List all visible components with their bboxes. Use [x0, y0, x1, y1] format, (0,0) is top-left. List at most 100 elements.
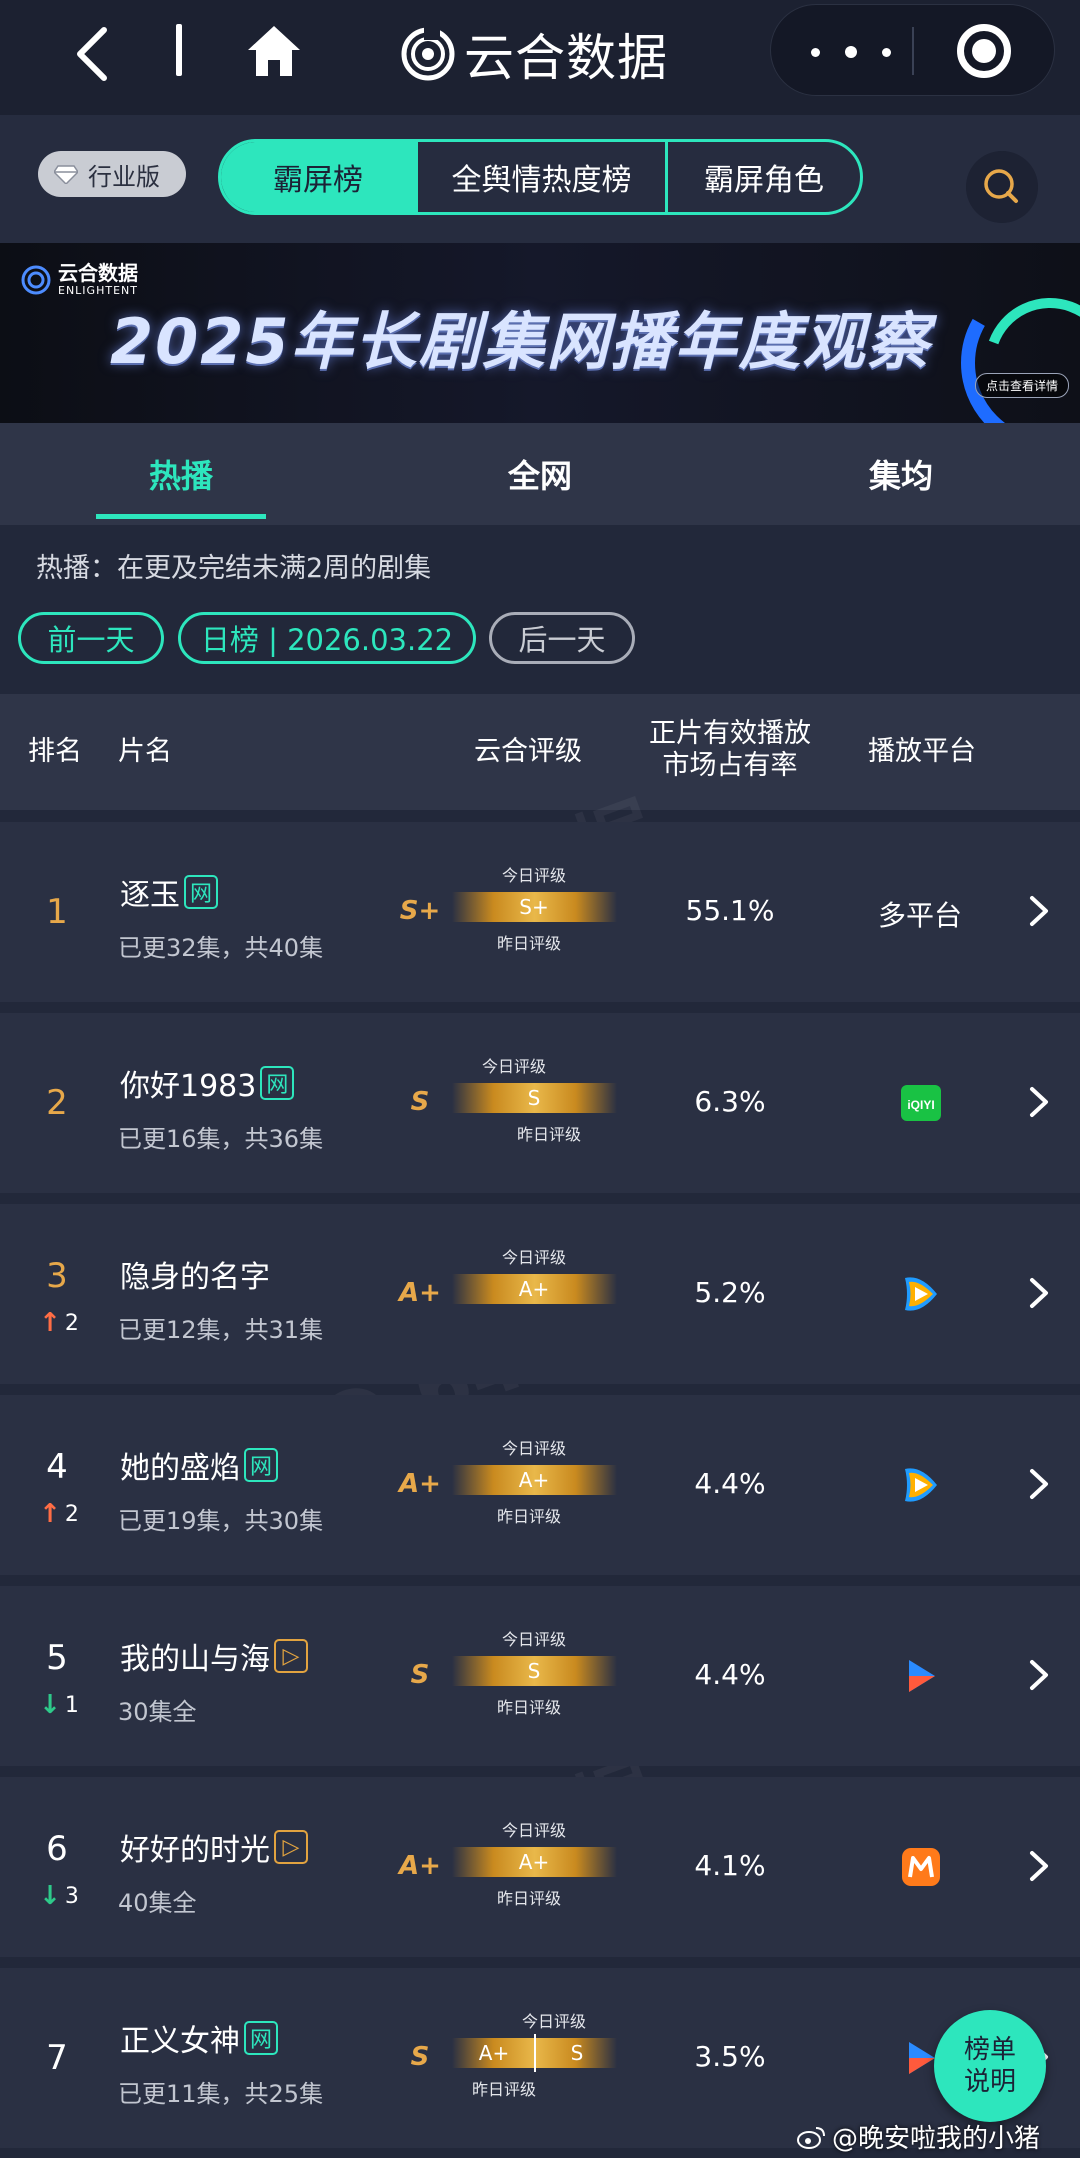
header-share-line1: 正片有效播放 [649, 718, 811, 749]
rank-change-value: 2 [64, 1310, 79, 1336]
market-share: 4.4% [694, 1467, 766, 1500]
next-day-button[interactable]: 后一天 [489, 612, 635, 664]
separator [176, 24, 182, 76]
table-row[interactable]: 4 ↑ 2 她的盛焰 网 已更19集，共30集 A+ 今日评级 A+ 昨日评级 4.4… [0, 1395, 1080, 1575]
chevron-right-icon[interactable] [1028, 1467, 1050, 1501]
ranking-tabs-bar: 行业版 霸屏榜 全舆情热度榜 霸屏角色 [0, 115, 1080, 243]
edition-label: 行业版 [88, 162, 160, 191]
today-rating-value: A+ [518, 1468, 550, 1492]
rank-change: ↓ 3 [34, 1881, 84, 1911]
today-rating-label: 今日评级 [482, 1057, 547, 1076]
chevron-right-icon[interactable] [1028, 1849, 1050, 1883]
show-title[interactable]: 我的山与海 ▷ [120, 1634, 308, 1678]
yesterday-rating-label: 昨日评级 [497, 934, 562, 953]
yesterday-rating-label: 昨日评级 [472, 2080, 537, 2099]
rank-change: ↑ 2 [34, 1499, 84, 1529]
chevron-right-icon[interactable] [1028, 1085, 1050, 1119]
prev-day-button[interactable]: 前一天 [18, 612, 164, 664]
episode-status: 40集全 [118, 1889, 197, 1917]
show-title[interactable]: 正义女神 网 [120, 2016, 278, 2060]
rank-change-value: 1 [64, 1692, 79, 1718]
yesterday-rating-label: 昨日评级 [517, 1125, 582, 1144]
rank-number: 2 [46, 1083, 68, 1123]
credit-text: @晚安啦我的小猪 [832, 2124, 1041, 2154]
tab-all-network[interactable]: 全网 [455, 423, 625, 525]
rating-grade: S [410, 2042, 430, 2072]
web-drama-tag: 网 [244, 1448, 278, 1482]
market-share: 55.1% [685, 894, 775, 927]
rating-gauge: 今日评级 A+ 昨日评级 [452, 1805, 617, 1925]
chevron-right-icon[interactable] [1028, 1276, 1050, 1310]
rating-gauge: 今日评级 A+ S 昨日评级 [452, 1996, 617, 2116]
logo-icon [401, 26, 455, 81]
search-icon[interactable] [966, 151, 1038, 223]
table-row[interactable]: 1 逐玉 网 已更32集，共40集 S+ 今日评级 S+ 昨日评级 55.1% 多平台 [0, 822, 1080, 1002]
more-icon[interactable] [811, 35, 891, 69]
table-row[interactable]: 5 ↓ 1 我的山与海 ▷ 30集全 S 今日评级 S 昨日评级 4.4% [0, 1586, 1080, 1766]
promo-banner[interactable]: 云合数据 ENLIGHTENT 2025年长剧集网播年度观察 点击查看详情 [0, 243, 1080, 423]
show-title-text: 我的山与海 [120, 1642, 270, 1677]
rating-gauge: 今日评级 A+ [452, 1232, 617, 1352]
rank-number: 6 [46, 1829, 68, 1869]
arrow-up-icon: ↑ [39, 1308, 61, 1338]
svg-text:iQIYI: iQIYI [907, 1098, 934, 1112]
show-title[interactable]: 好好的时光 ▷ [120, 1825, 308, 1869]
tab-public-opinion-chart[interactable]: 全舆情热度榜 [418, 142, 668, 212]
play-tag-icon: ▷ [274, 1639, 308, 1673]
diamond-icon [54, 165, 78, 184]
table-row[interactable]: 3 ↑ 2 隐身的名字 已更12集，共31集 A+ 今日评级 A+ 5.2% [0, 1204, 1080, 1384]
market-share: 4.1% [694, 1849, 766, 1882]
header-title: 片名 [118, 736, 172, 767]
yesterday-rating-label: 昨日评级 [497, 1889, 562, 1908]
rating-grade: A+ [399, 1278, 441, 1308]
show-title-text: 好好的时光 [120, 1833, 270, 1868]
tab-hot[interactable]: 热播 [96, 423, 266, 525]
help-line1: 榜单 [963, 2035, 1016, 2065]
header-rank: 排名 [28, 736, 82, 767]
today-rating-label: 今日评级 [502, 1439, 567, 1458]
web-drama-tag: 网 [184, 875, 218, 909]
tencent-video-icon [901, 1274, 941, 1314]
today-rating-label: 今日评级 [502, 1630, 567, 1649]
show-title[interactable]: 你好1983 网 [120, 1061, 295, 1105]
episode-status: 已更32集，共40集 [118, 934, 324, 962]
youku-icon [901, 1656, 941, 1696]
table-row[interactable]: 6 ↓ 3 好好的时光 ▷ 40集全 A+ 今日评级 A+ 昨日评级 4.1% [0, 1777, 1080, 1957]
edition-badge[interactable]: 行业版 [38, 151, 186, 197]
home-icon[interactable] [244, 22, 304, 82]
rank-number: 5 [46, 1638, 68, 1678]
arrow-down-icon: ↓ [39, 1881, 61, 1911]
tab-per-episode[interactable]: 集均 [816, 423, 986, 525]
show-title-text: 逐玉 [120, 878, 180, 913]
episode-status: 已更19集，共30集 [118, 1507, 324, 1535]
show-title[interactable]: 逐玉 网 [120, 870, 218, 914]
banner-detail-link[interactable]: 点击查看详情 [975, 373, 1070, 398]
tab-dominance-chart[interactable]: 霸屏榜 [221, 142, 418, 212]
episode-status: 已更16集，共36集 [118, 1125, 324, 1153]
back-icon[interactable] [66, 22, 126, 86]
show-title[interactable]: 她的盛焰 网 [120, 1443, 278, 1487]
market-share: 6.3% [694, 1085, 766, 1118]
close-mini-program-icon[interactable] [957, 24, 1011, 78]
rating-tick [534, 2034, 536, 2072]
market-share: 4.4% [694, 1658, 766, 1691]
app-title: 云合数据 [464, 29, 668, 87]
chevron-right-icon[interactable] [1028, 894, 1050, 928]
chart-help-button[interactable]: 榜单 说明 [934, 2010, 1046, 2122]
rank-number: 1 [46, 892, 68, 932]
today-rating-value: S [527, 1659, 541, 1683]
table-row[interactable]: 2 你好1983 网 已更16集，共36集 S 今日评级 S 昨日评级 6.3% iQI… [0, 1013, 1080, 1193]
show-title[interactable]: 隐身的名字 [120, 1252, 270, 1296]
current-date-button[interactable]: 日榜 | 2026.03.22 [178, 612, 476, 664]
tab-dominance-role[interactable]: 霸屏角色 [668, 142, 860, 212]
rating-grade: A+ [399, 1851, 441, 1881]
yesterday-rating-label: 昨日评级 [497, 1698, 562, 1717]
chevron-right-icon[interactable] [1028, 1658, 1050, 1692]
app-title-group: 云合数据 [400, 18, 668, 90]
today-rating-value: S [527, 1086, 541, 1110]
episode-status: 30集全 [118, 1698, 197, 1726]
show-title-text: 你好1983 [120, 1069, 257, 1104]
header-platform: 播放平台 [868, 736, 976, 767]
today-rating-label: 今日评级 [502, 1248, 567, 1267]
show-title-text: 她的盛焰 [120, 1451, 240, 1486]
